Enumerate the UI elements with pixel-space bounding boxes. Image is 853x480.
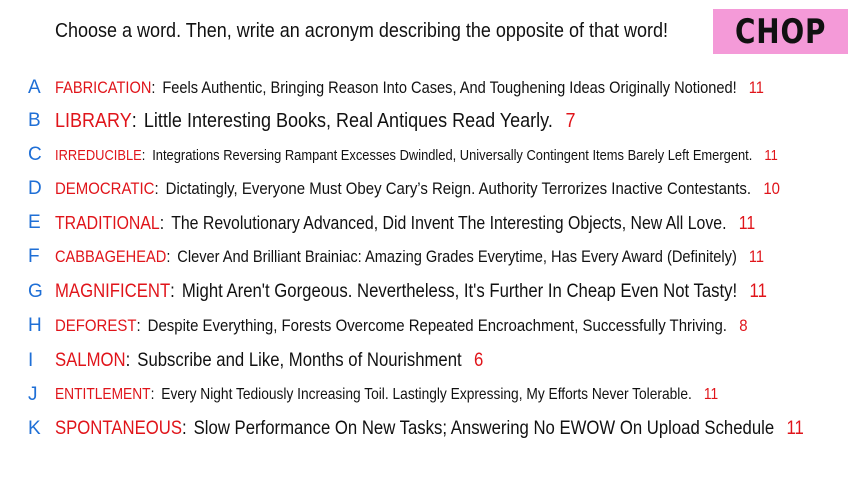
row-count: 10 bbox=[763, 179, 780, 198]
row-letter: G bbox=[28, 281, 43, 302]
chop-badge: CHOP bbox=[713, 9, 848, 54]
row-colon: : bbox=[125, 350, 131, 371]
row-colon: : bbox=[151, 78, 156, 97]
row-letter: J bbox=[28, 384, 38, 405]
row-word: ENTITLEMENT bbox=[55, 386, 151, 403]
row-count: 11 bbox=[703, 386, 719, 403]
row-word: FABRICATION bbox=[55, 78, 152, 97]
row-count: 11 bbox=[764, 146, 778, 164]
row-count: 11 bbox=[748, 78, 764, 97]
row-word: LIBRARY bbox=[55, 109, 132, 132]
row-acronym: Slow Performance On New Tasks; Answering… bbox=[193, 418, 775, 439]
row-colon: : bbox=[154, 179, 159, 198]
row-colon: : bbox=[181, 418, 187, 439]
row-letter: H bbox=[28, 315, 42, 336]
row-count: 7 bbox=[565, 109, 576, 132]
row-letter: F bbox=[28, 246, 40, 267]
row-word: MAGNIFICENT bbox=[55, 281, 171, 302]
row-word: SPONTANEOUS bbox=[55, 418, 182, 439]
row-count: 11 bbox=[748, 247, 765, 266]
row-colon: : bbox=[159, 212, 165, 233]
row-word: SALMON bbox=[55, 350, 126, 371]
row-letter: D bbox=[28, 178, 42, 199]
row-colon: : bbox=[141, 146, 146, 164]
row-count: 11 bbox=[738, 212, 756, 233]
badge-label: CHOP bbox=[734, 11, 827, 52]
row-acronym: Clever And Brilliant Brainiac: Amazing G… bbox=[177, 247, 737, 266]
row-acronym: Every Night Tediously Increasing Toil. L… bbox=[161, 386, 692, 403]
row-letter: A bbox=[28, 77, 41, 98]
row-count: 11 bbox=[786, 418, 804, 439]
row-acronym: Feels Authentic, Bringing Reason Into Ca… bbox=[162, 78, 737, 97]
row-letter: E bbox=[28, 212, 41, 233]
row-word: DEFOREST bbox=[55, 316, 137, 335]
row-count: 6 bbox=[473, 350, 484, 371]
row-letter: K bbox=[28, 418, 41, 439]
row-acronym: The Revolutionary Advanced, Did Invent T… bbox=[171, 212, 727, 233]
row-word: TRADITIONAL bbox=[55, 212, 160, 233]
row-letter: C bbox=[28, 144, 42, 165]
row-acronym: Despite Everything, Forests Overcome Rep… bbox=[147, 316, 727, 335]
row-word: CABBAGEHEAD bbox=[55, 247, 167, 266]
row-colon: : bbox=[170, 281, 175, 302]
prompt-text: Choose a word. Then, write an acronym de… bbox=[55, 20, 669, 42]
row-acronym: Subscribe and Like, Months of Nourishmen… bbox=[137, 350, 462, 371]
row-letter: B bbox=[28, 110, 41, 131]
row-word: IRREDUCIBLE bbox=[55, 146, 142, 164]
row-letter: I bbox=[28, 350, 34, 371]
row-word: DEMOCRATIC bbox=[55, 179, 155, 198]
row-colon: : bbox=[131, 109, 137, 132]
row-count: 8 bbox=[739, 316, 748, 335]
row-acronym: Little Interesting Books, Real Antiques … bbox=[143, 109, 553, 132]
row-colon: : bbox=[166, 247, 171, 266]
row-colon: : bbox=[150, 386, 155, 403]
row-acronym: Integrations Reversing Rampant Excesses … bbox=[152, 146, 753, 164]
row-acronym: Might Aren't Gorgeous. Nevertheless, It'… bbox=[181, 281, 738, 302]
row-colon: : bbox=[136, 316, 141, 335]
row-acronym: Dictatingly, Everyone Must Obey Cary’s R… bbox=[165, 179, 752, 198]
row-count: 11 bbox=[749, 281, 767, 302]
